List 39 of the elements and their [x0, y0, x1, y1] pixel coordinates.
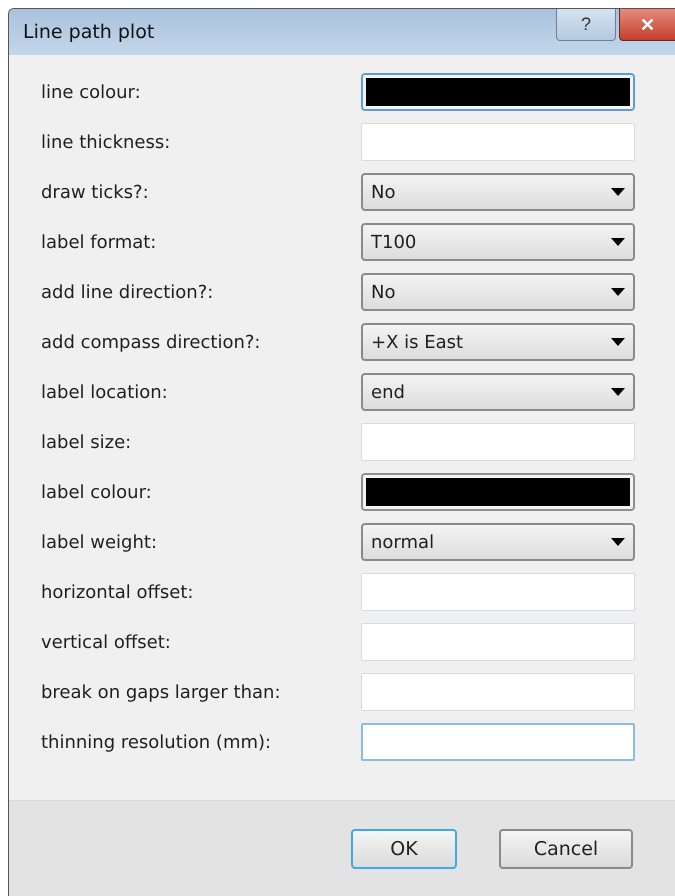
- field-label: draw ticks?:: [41, 182, 150, 202]
- colour-picker[interactable]: [361, 473, 635, 511]
- window-title: Line path plot: [23, 21, 156, 43]
- caret-icon: [611, 388, 625, 396]
- field-label: vertical offset:: [41, 632, 172, 652]
- field-label: line thickness:: [41, 132, 172, 152]
- ok-button[interactable]: OK: [351, 829, 457, 869]
- dropdown[interactable]: normal: [361, 523, 635, 561]
- close-button[interactable]: ✕: [619, 9, 675, 41]
- field-label: label location:: [41, 382, 169, 402]
- caret-icon: [611, 288, 625, 296]
- input-field[interactable]: [361, 623, 635, 661]
- colour-picker[interactable]: [361, 73, 635, 111]
- cancel-button[interactable]: Cancel: [499, 829, 633, 869]
- dropdown[interactable]: +X is East: [361, 323, 635, 361]
- field-label: thinning resolution (mm):: [41, 732, 272, 752]
- input-field[interactable]: [361, 573, 635, 611]
- field-label: line colour:: [41, 82, 142, 102]
- dropdown[interactable]: No: [361, 173, 635, 211]
- field-label: add compass direction?:: [41, 332, 262, 352]
- caret-icon: [611, 338, 625, 346]
- dropdown[interactable]: T100: [361, 223, 635, 261]
- caret-icon: [611, 238, 625, 246]
- caret-icon: [611, 538, 625, 546]
- field-label: label size:: [41, 432, 132, 452]
- field-label: add line direction?:: [41, 282, 214, 302]
- dropdown[interactable]: end: [361, 373, 635, 411]
- field-label: break on gaps larger than:: [41, 682, 282, 702]
- field-label: horizontal offset:: [41, 582, 194, 602]
- field-label: label colour:: [41, 482, 153, 502]
- dropdown[interactable]: No: [361, 273, 635, 311]
- input-field[interactable]: [361, 423, 635, 461]
- field-label: label weight:: [41, 532, 158, 552]
- field-label: label format:: [41, 232, 158, 252]
- caret-icon: [611, 188, 625, 196]
- help-button[interactable]: ?: [556, 9, 616, 41]
- input-field[interactable]: [361, 723, 635, 761]
- input-field[interactable]: [361, 123, 635, 161]
- input-field[interactable]: [361, 673, 635, 711]
